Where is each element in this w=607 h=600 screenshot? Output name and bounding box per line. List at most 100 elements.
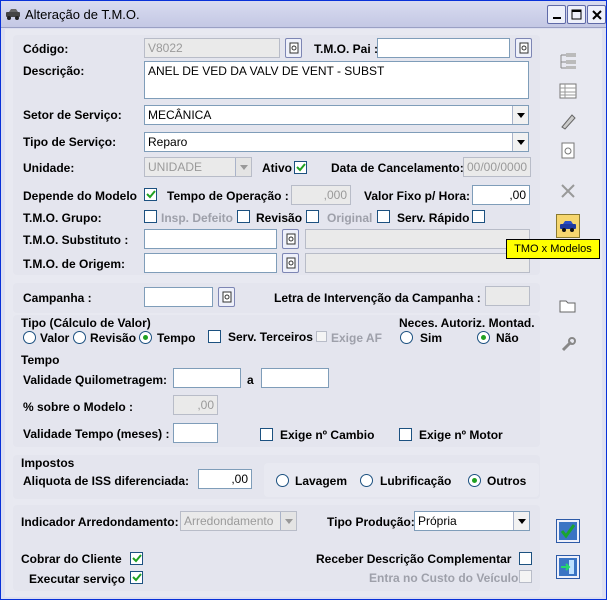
- tipo-calculo-label: Tipo (Cálculo de Valor): [21, 316, 151, 330]
- codigo-label: Código:: [23, 42, 69, 56]
- validade-km-label: Validade Quilometragem:: [23, 373, 168, 387]
- insp-defeito-checkbox[interactable]: [144, 210, 157, 223]
- pencil-edit-icon[interactable]: [556, 109, 580, 133]
- tmo-substituto-desc: [305, 229, 530, 249]
- exige-cambio-label: Exige nº Cambio: [280, 428, 375, 442]
- tmo-substituto-lookup-button[interactable]: [282, 229, 299, 249]
- revisao-checkbox[interactable]: [237, 210, 250, 223]
- tmo-origem-field[interactable]: [144, 253, 277, 273]
- exige-motor-checkbox[interactable]: [399, 428, 412, 441]
- campanha-lookup-button[interactable]: [218, 287, 235, 307]
- perc-modelo-label: % sobre o Modelo :: [23, 400, 134, 414]
- window-title: Alteração de T.M.O.: [25, 7, 140, 22]
- cobrar-cliente-checkbox[interactable]: [130, 552, 143, 565]
- serv-terceiros-label: Serv. Terceiros: [228, 330, 313, 344]
- codigo-lookup-button[interactable]: [285, 38, 302, 58]
- chevron-down-icon[interactable]: [512, 133, 528, 151]
- tipo-servico-value: Reparo: [148, 135, 188, 149]
- radio-lubrificacao-label: Lubrificação: [380, 474, 452, 488]
- indicador-arred-select: Arredondamento: [180, 511, 297, 531]
- indicador-arred-label: Indicador Arredondamento:: [21, 515, 179, 529]
- radio-nao[interactable]: [477, 331, 490, 344]
- radio-revisao[interactable]: [73, 331, 86, 344]
- tmo-origem-label: T.M.O. de Origem:: [23, 257, 126, 271]
- tmo-grupo-label: T.M.O. Grupo:: [23, 211, 102, 225]
- validade-tempo-field[interactable]: [173, 423, 218, 443]
- tmo-substituto-label: T.M.O. Substituto :: [23, 233, 129, 247]
- letra-intervencao-field: [485, 286, 530, 306]
- receber-descricao-checkbox[interactable]: [519, 552, 532, 565]
- validade-km-to-field[interactable]: [261, 368, 329, 388]
- original-checkbox[interactable]: [306, 210, 319, 223]
- validade-km-from-field[interactable]: [173, 368, 241, 388]
- extra-checkbox[interactable]: [472, 210, 485, 223]
- entra-custo-label: Entra no Custo do Veículo: [369, 571, 519, 585]
- tree-structure-icon[interactable]: [556, 49, 580, 73]
- radio-sim[interactable]: [400, 331, 413, 344]
- perc-modelo-field: ,00: [173, 395, 218, 415]
- minimize-button[interactable]: [547, 5, 566, 24]
- revisao-label: Revisão: [256, 211, 303, 225]
- indicador-arred-value: Arredondamento: [184, 514, 274, 528]
- selected-dot-icon: [143, 335, 148, 340]
- data-cancel-field: 00/00/0000: [463, 157, 531, 177]
- tempo-section-label: Tempo: [21, 353, 60, 367]
- close-button[interactable]: [587, 5, 606, 24]
- radio-outros[interactable]: [468, 474, 481, 487]
- maximize-button[interactable]: [567, 5, 586, 24]
- radio-lubrificacao[interactable]: [360, 474, 373, 487]
- car-models-icon[interactable]: [556, 214, 580, 238]
- campanha-field[interactable]: [144, 287, 213, 307]
- radio-lavagem[interactable]: [276, 474, 289, 487]
- title-bar: Alteração de T.M.O.: [1, 1, 606, 28]
- executar-servico-checkbox[interactable]: [130, 571, 143, 584]
- serv-terceiros-checkbox[interactable]: [208, 330, 221, 343]
- exit-door-icon: [559, 558, 577, 576]
- tipo-producao-select[interactable]: Própria: [414, 511, 530, 531]
- radio-valor[interactable]: [23, 331, 36, 344]
- descricao-label: Descrição:: [23, 64, 85, 78]
- tipo-servico-select[interactable]: Reparo: [144, 132, 529, 152]
- serv-rapido-label: Serv. Rápido: [397, 211, 470, 225]
- tempo-operacao-label: Tempo de Operação :: [167, 189, 289, 203]
- validade-tempo-label: Validade Tempo (meses) :: [23, 427, 170, 441]
- chevron-down-icon[interactable]: [513, 512, 529, 530]
- executar-servico-label: Executar serviço: [29, 572, 126, 586]
- depende-modelo-checkbox[interactable]: [144, 188, 157, 201]
- descricao-field[interactable]: ANEL DE VED DA VALV DE VENT - SUBST: [144, 61, 529, 99]
- tools-icon[interactable]: [556, 179, 580, 203]
- tmo-origem-lookup-button[interactable]: [282, 253, 299, 273]
- tipo-servico-label: Tipo de Serviço:: [23, 135, 117, 149]
- exige-af-checkbox: [316, 331, 327, 342]
- setor-value: MECÂNICA: [148, 108, 212, 122]
- validade-km-sep: a: [247, 373, 254, 387]
- document-search-icon[interactable]: [556, 139, 580, 163]
- folder-open-icon[interactable]: [556, 293, 580, 317]
- insp-defeito-label: Insp. Defeito: [161, 211, 234, 225]
- setor-label: Setor de Serviço:: [23, 108, 122, 122]
- exit-button[interactable]: [556, 555, 580, 579]
- valor-fixo-field[interactable]: ,00: [472, 185, 530, 205]
- serv-rapido-checkbox[interactable]: [377, 210, 390, 223]
- unidade-select: UNIDADE: [144, 157, 252, 177]
- chevron-down-icon[interactable]: [512, 106, 528, 124]
- receber-descricao-label: Receber Descrição Complementar: [316, 552, 512, 566]
- lookup-icon: [222, 291, 231, 303]
- lookup-icon: [286, 233, 295, 245]
- radio-nao-label: Não: [496, 331, 519, 345]
- exige-cambio-checkbox[interactable]: [260, 428, 273, 441]
- ativo-checkbox[interactable]: [294, 161, 307, 174]
- tmo-pai-field[interactable]: [377, 38, 510, 58]
- save-confirm-button[interactable]: [556, 519, 580, 543]
- tmo-substituto-field[interactable]: [144, 229, 277, 249]
- setor-select[interactable]: MECÂNICA: [144, 105, 529, 125]
- radio-valor-label: Valor: [40, 331, 70, 345]
- radio-tempo[interactable]: [139, 331, 152, 344]
- table-grid-icon[interactable]: [556, 79, 580, 103]
- tmo-pai-lookup-button[interactable]: [515, 38, 532, 58]
- wrench-icon[interactable]: [556, 333, 580, 357]
- tipo-producao-value: Própria: [418, 514, 457, 528]
- aliquota-iss-field[interactable]: ,00: [198, 469, 252, 489]
- check-save-icon: [559, 522, 577, 540]
- checkmark-icon: [145, 190, 156, 199]
